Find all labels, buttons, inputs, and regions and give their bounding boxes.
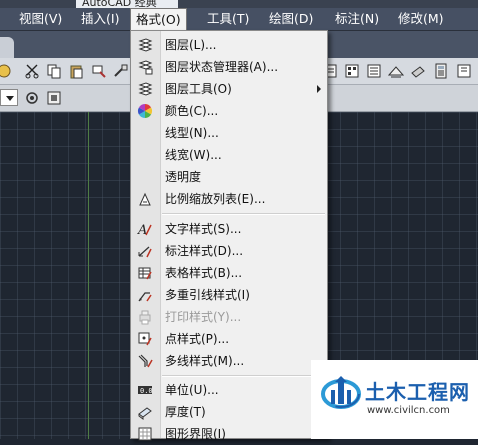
text-style-icon: A xyxy=(137,221,153,237)
menu-item-label: 图层工具(O) xyxy=(165,82,232,96)
menu-item-label: 点样式(P)... xyxy=(165,332,230,346)
menu-item-label: 图层(L)... xyxy=(165,38,217,52)
menu-item-units[interactable]: 0.0 单位(U)... xyxy=(131,379,327,401)
design-center-icon[interactable] xyxy=(344,63,360,79)
menu-item-multileader-style[interactable]: 多重引线样式(I) xyxy=(131,284,327,306)
plot-style-icon xyxy=(137,309,153,325)
menu-item-linetype[interactable]: 线型(N)... xyxy=(131,122,327,144)
layer-previous-icon[interactable] xyxy=(46,90,62,106)
cut-icon[interactable] xyxy=(24,63,40,79)
menu-item-label: 颜色(C)... xyxy=(165,104,219,118)
menu-modify[interactable]: 修改(M) xyxy=(398,8,444,30)
menu-item-table-style[interactable]: 表格样式(B)... xyxy=(131,262,327,284)
limits-icon xyxy=(137,426,153,442)
layer-tools-icon xyxy=(137,81,153,97)
scale-list-icon xyxy=(137,191,153,207)
menu-item-lineweight[interactable]: 线宽(W)... xyxy=(131,144,327,166)
menu-item-multiline-style[interactable]: 多线样式(M)... xyxy=(131,350,327,372)
menu-view[interactable]: 视图(V) xyxy=(19,8,62,30)
menu-item-label: 透明度 xyxy=(165,170,202,184)
menu-format[interactable]: 格式(O) xyxy=(130,8,187,31)
submenu-arrow-icon xyxy=(317,85,321,93)
units-icon: 0.0 xyxy=(137,382,153,398)
menu-item-label: 多线样式(M)... xyxy=(165,354,245,368)
menu-insert[interactable]: 插入(I) xyxy=(81,8,119,30)
menu-item-label: 厚度(T) xyxy=(165,405,206,419)
menu-tools[interactable]: 工具(T) xyxy=(207,8,249,30)
menu-separator xyxy=(162,213,325,215)
y-axis-line xyxy=(88,112,89,439)
menu-item-label: 图形界限(I) xyxy=(165,427,226,441)
menu-item-scale-list[interactable]: 比例缩放列表(E)... xyxy=(131,188,327,210)
watermark-logo xyxy=(321,372,361,414)
mline-style-icon xyxy=(137,353,153,369)
menu-item-drawing-limits[interactable]: 图形界限(I) xyxy=(131,423,327,445)
menu-item-label: 多重引线样式(I) xyxy=(165,288,250,302)
layer-state-icon xyxy=(137,59,153,75)
table-style-icon xyxy=(137,265,153,281)
sheet-set-icon[interactable] xyxy=(387,63,405,79)
layer-icon xyxy=(137,37,153,53)
mleader-style-icon xyxy=(137,287,153,303)
menubar: 视图(V) 插入(I) 格式(O) 工具(T) 绘图(D) 标注(N) 修改(M… xyxy=(0,8,478,31)
thickness-icon xyxy=(137,404,153,420)
menu-separator xyxy=(162,375,325,377)
title-strip: AutoCAD 经典 xyxy=(0,0,478,9)
menu-item-layer[interactable]: 图层(L)... xyxy=(131,34,327,56)
menu-draw[interactable]: 绘图(D) xyxy=(269,8,313,30)
layer-dropdown[interactable] xyxy=(0,89,18,106)
menu-item-plot-style[interactable]: 打印样式(Y)... xyxy=(131,306,327,328)
menu-item-label: 文字样式(S)... xyxy=(165,222,242,236)
color-wheel-icon xyxy=(137,103,153,119)
menu-item-label: 单位(U)... xyxy=(165,383,219,397)
watermark-url: www.civilcn.com xyxy=(367,405,450,416)
menu-item-layer-state-manager[interactable]: 图层状态管理器(A)... xyxy=(131,56,327,78)
markup-icon[interactable] xyxy=(410,63,426,79)
menu-item-label: 图层状态管理器(A)... xyxy=(165,60,279,74)
menu-item-point-style[interactable]: 点样式(P)... xyxy=(131,328,327,350)
menu-item-thickness[interactable]: 厚度(T) xyxy=(131,401,327,423)
watermark: 土木工程网 www.civilcn.com xyxy=(311,360,478,439)
format-menu: 图层(L)... 图层状态管理器(A)... 图层工具(O) 颜色(C)... … xyxy=(130,30,328,441)
menu-item-color[interactable]: 颜色(C)... xyxy=(131,100,327,122)
menu-item-transparency[interactable]: 透明度 xyxy=(131,166,327,188)
menu-item-label: 表格样式(B)... xyxy=(165,266,243,280)
brush-icon[interactable] xyxy=(113,63,129,79)
dim-style-icon xyxy=(137,243,153,259)
menu-item-label: 标注样式(D)... xyxy=(165,244,244,258)
match-properties-icon[interactable] xyxy=(91,63,107,79)
point-style-icon xyxy=(137,331,153,347)
pan-icon[interactable] xyxy=(0,63,12,79)
menu-item-layer-tools[interactable]: 图层工具(O) xyxy=(131,78,327,100)
help-icon[interactable] xyxy=(456,63,472,79)
menu-dimension[interactable]: 标注(N) xyxy=(335,8,379,30)
svg-text:0.0: 0.0 xyxy=(140,387,153,395)
menu-item-label: 线宽(W)... xyxy=(165,148,222,162)
menu-item-dimension-style[interactable]: 标注样式(D)... xyxy=(131,240,327,262)
file-tab[interactable] xyxy=(0,37,14,58)
layer-settings-icon[interactable] xyxy=(24,90,40,106)
watermark-title: 土木工程网 xyxy=(365,380,470,404)
calculator-icon[interactable] xyxy=(433,63,449,79)
menu-item-text-style[interactable]: A 文字样式(S)... xyxy=(131,218,327,240)
copy-icon[interactable] xyxy=(46,63,62,79)
tool-palettes-icon[interactable] xyxy=(366,63,382,79)
menu-item-label: 打印样式(Y)... xyxy=(165,310,242,324)
menu-item-label: 比例缩放列表(E)... xyxy=(165,192,266,206)
menu-item-label: 线型(N)... xyxy=(165,126,219,140)
paste-icon[interactable] xyxy=(68,63,84,79)
